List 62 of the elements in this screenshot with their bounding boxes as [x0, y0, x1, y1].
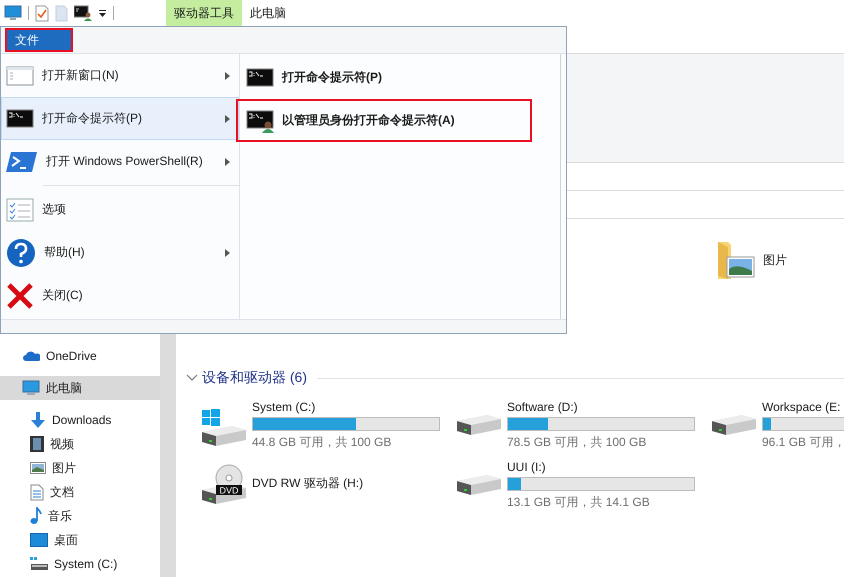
dropdown-caret-icon[interactable] — [98, 8, 107, 18]
menu-item[interactable]: 帮助(H) — [1, 231, 239, 274]
drive-name: Software (D:) — [507, 400, 579, 414]
free-space-text: 96.1 GB 可用， — [762, 434, 844, 450]
sidebar-item[interactable]: 桌面 — [0, 528, 160, 552]
ribbon-tab[interactable]: 驱动器工具 — [166, 0, 242, 26]
powershell-icon — [6, 150, 38, 174]
drive-tile[interactable]: DVD DVD RW 驱动器 (H:) — [200, 455, 455, 515]
down-arrow-icon — [30, 411, 46, 429]
computer-icon[interactable] — [4, 5, 22, 21]
drive-tile[interactable]: UUI (I:) 13.1 GB 可用，共 14.1 GB — [455, 455, 710, 515]
menu-item[interactable]: 选项 — [1, 188, 239, 231]
command-prompt-user-icon — [246, 108, 274, 132]
sidebar-item[interactable]: 音乐 — [0, 504, 160, 528]
sidebar-item[interactable]: 图片 — [0, 456, 160, 480]
drive-name: System (C:) — [252, 400, 316, 414]
picture-icon — [30, 462, 46, 474]
submenu-item[interactable]: 打开命令提示符(P) — [236, 56, 532, 99]
file-button[interactable]: 文件 — [5, 28, 73, 52]
film-strip-icon — [30, 436, 44, 452]
hard-drive-icon — [455, 474, 501, 496]
menu-item[interactable]: 关闭(C) — [1, 274, 239, 317]
checklist-icon — [6, 198, 34, 222]
drive-name: DVD RW 驱动器 (H:) — [252, 475, 364, 492]
command-prompt-icon — [246, 66, 274, 88]
cloud-icon — [22, 350, 40, 362]
checked-document-icon[interactable] — [35, 4, 49, 22]
submenu-item[interactable]: 以管理员身份打开命令提示符(A) — [236, 99, 532, 142]
menu-item[interactable]: 打开 Windows PowerShell(R) — [1, 140, 239, 183]
sidebar-item[interactable]: 文档 — [0, 480, 160, 504]
menu-item[interactable]: 打开命令提示符(P) — [1, 97, 239, 140]
free-space-text: 13.1 GB 可用，共 14.1 GB — [507, 494, 651, 510]
picture-folder-icon — [715, 240, 755, 280]
menu-item[interactable]: 打开新窗口(N) — [1, 54, 239, 97]
ribbon-tab[interactable]: 此电脑 — [242, 0, 294, 26]
drive-tile[interactable]: System (C:) 44.8 GB 可用，共 100 GB — [200, 395, 455, 455]
sidebar-item[interactable]: Downloads — [0, 408, 160, 432]
document-icon — [30, 484, 44, 500]
folder-item[interactable]: 图片 — [710, 239, 844, 281]
sidebar-item[interactable]: System (C:) — [0, 552, 160, 576]
desktop-icon — [30, 533, 48, 547]
computer-icon — [22, 380, 40, 396]
section-title: 设备和驱动器 (6) — [202, 369, 307, 387]
drive-name: UUI (I:) — [507, 460, 547, 474]
chevron-down-icon[interactable] — [186, 374, 198, 382]
hard-drive-icon — [710, 414, 756, 436]
music-note-icon — [30, 507, 42, 525]
command-prompt-user-icon[interactable] — [74, 5, 92, 21]
drive-name: Workspace (E: — [762, 400, 842, 414]
sidebar-item[interactable]: 视频 — [0, 432, 160, 456]
hard-drive-icon — [455, 414, 501, 436]
close-icon — [6, 282, 34, 310]
free-space-text: 78.5 GB 可用，共 100 GB — [507, 434, 648, 450]
sidebar-item[interactable]: OneDrive — [0, 344, 160, 368]
drive-icon — [30, 557, 48, 571]
drive-tile[interactable]: Workspace (E: 96.1 GB 可用， — [710, 395, 844, 455]
free-space-text: 44.8 GB 可用，共 100 GB — [252, 434, 392, 450]
sidebar-item[interactable]: 此电脑 — [0, 376, 160, 400]
window-icon — [6, 64, 34, 86]
help-icon — [6, 238, 36, 268]
command-prompt-icon — [6, 108, 34, 130]
drive-tile[interactable]: Software (D:) 78.5 GB 可用，共 100 GB — [455, 395, 710, 455]
